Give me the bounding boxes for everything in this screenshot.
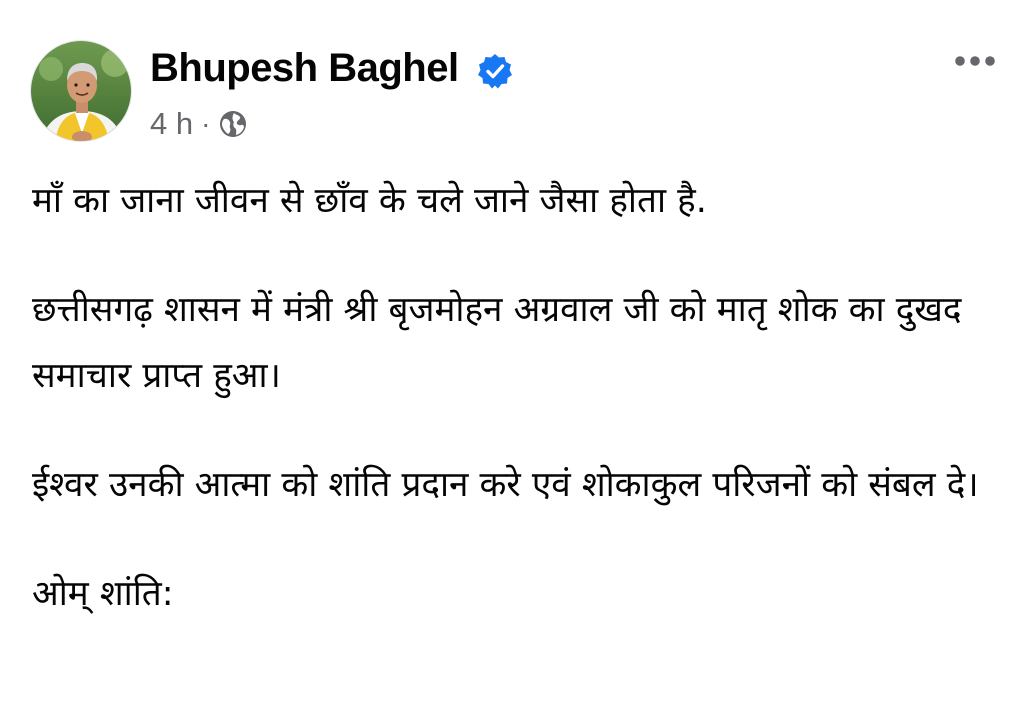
post-paragraph: ओम् शांति: <box>32 574 174 614</box>
more-horizontal-icon <box>955 56 995 66</box>
post-time[interactable]: 4 h <box>150 106 193 142</box>
profile-photo-icon <box>31 41 131 141</box>
globe-icon[interactable] <box>218 109 248 139</box>
author-name[interactable]: Bhupesh Baghel <box>150 44 459 92</box>
author-avatar[interactable] <box>30 40 132 142</box>
post-paragraph: छत्तीसगढ़ शासन में मंत्री श्री बृजमोहन अ… <box>32 290 962 396</box>
post-text: माँ का जाना जीवन से छाँव के चले जाने जैस… <box>32 168 992 627</box>
more-options-button[interactable] <box>950 45 1000 77</box>
facebook-post: Bhupesh Baghel 4 h · माँ का जाना जीवन से… <box>0 0 1024 706</box>
post-meta: 4 h · <box>150 104 248 144</box>
post-paragraph: माँ का जाना जीवन से छाँव के चले जाने जैस… <box>32 181 707 221</box>
post-paragraph: ईश्वर उनकी आत्मा को शांति प्रदान करे एवं… <box>32 465 979 505</box>
verified-badge-icon <box>478 54 512 89</box>
meta-separator: · <box>201 108 211 139</box>
